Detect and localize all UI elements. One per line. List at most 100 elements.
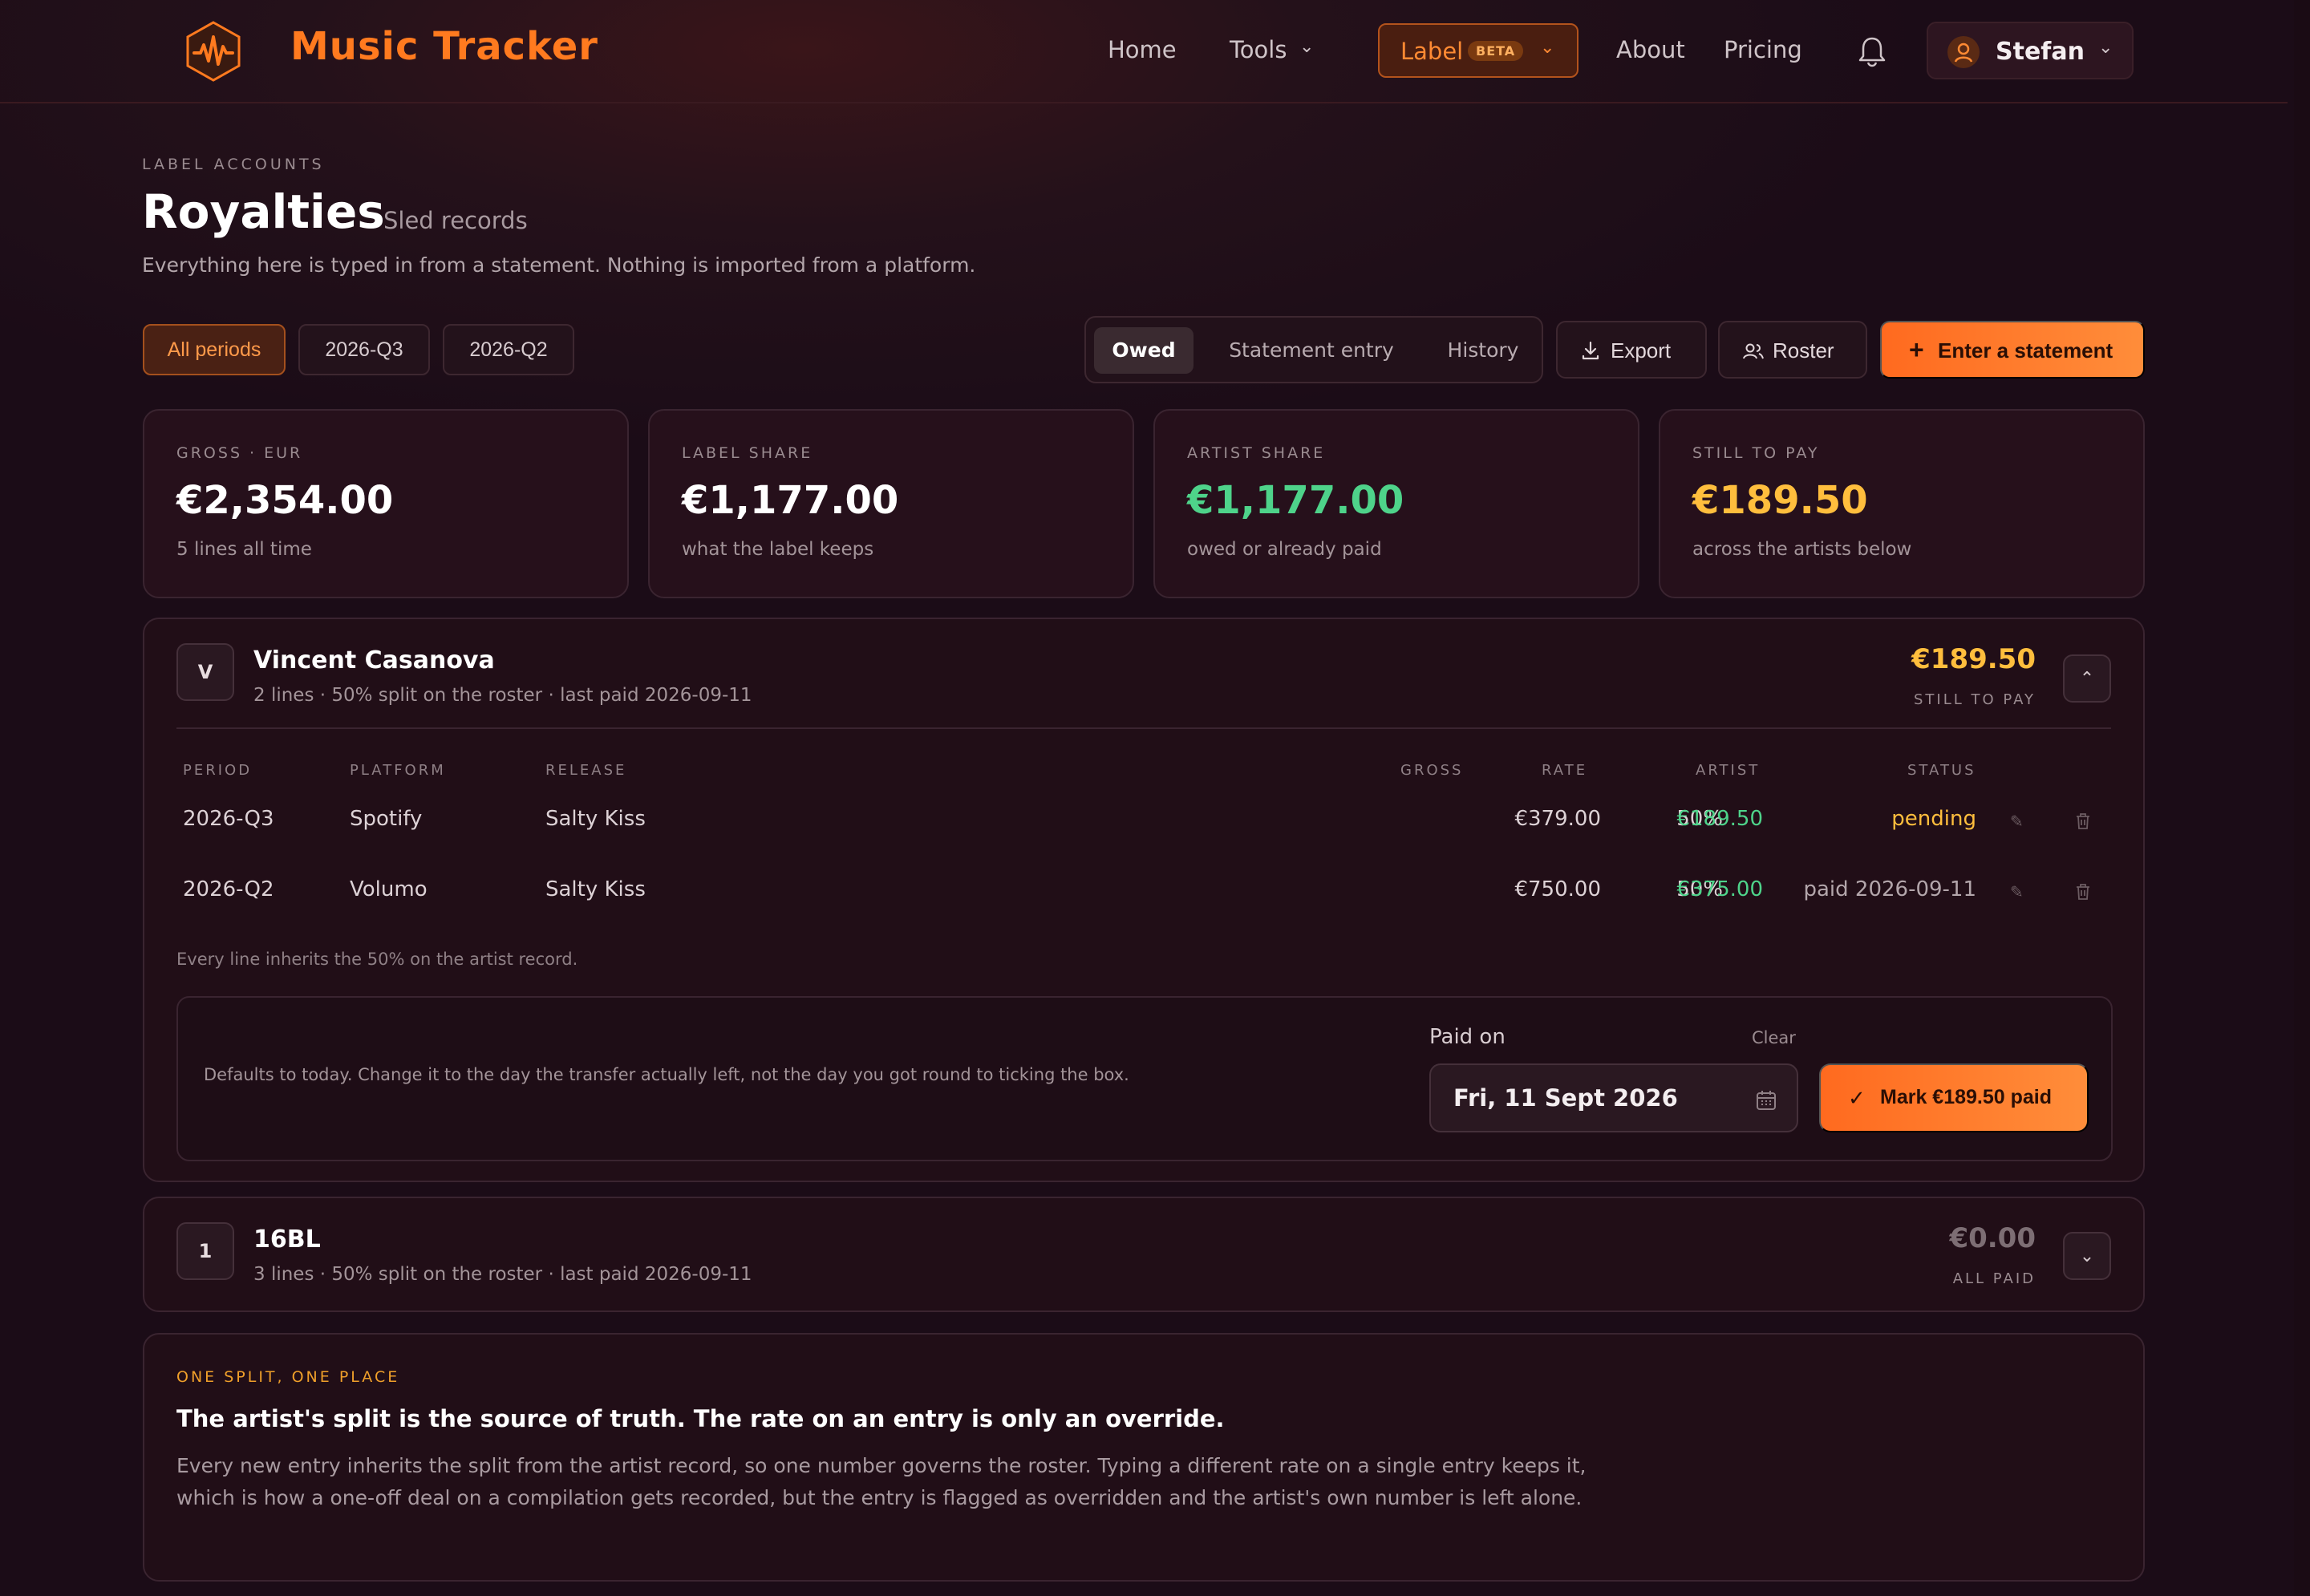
mark-paid-button[interactable]: ✓ Mark €189.50 paid xyxy=(1819,1063,2089,1132)
mark-paid-panel: Defaults to today. Change it to the day … xyxy=(176,996,2113,1161)
column-header: PLATFORM xyxy=(350,762,446,779)
stat-label: LABEL SHARE xyxy=(682,444,813,462)
scrollbar-track[interactable] xyxy=(2294,0,2310,1596)
artist-owed-amount: €0.00 xyxy=(1949,1222,2036,1254)
period-filter-all[interactable]: All periods xyxy=(143,324,286,375)
chevron-down-icon: ⌄ xyxy=(2079,1246,2095,1266)
cell-platform: Spotify xyxy=(350,807,423,831)
collapse-button[interactable]: ⌃ xyxy=(2063,654,2111,703)
stat-subtext: across the artists below xyxy=(1692,539,1912,560)
stat-label: STILL TO PAY xyxy=(1692,444,1820,462)
artist-meta: 2 lines · 50% split on the roster · last… xyxy=(253,685,752,706)
chevron-down-icon: ⌄ xyxy=(2098,38,2113,58)
column-header: RATE xyxy=(1542,762,1588,779)
trash-icon[interactable] xyxy=(2074,812,2093,831)
artist-name: 16BL xyxy=(253,1225,321,1254)
nav-tools-menu[interactable]: Tools xyxy=(1230,36,1287,63)
artist-owed-amount: €189.50 xyxy=(1911,643,2036,675)
stat-subtext: what the label keeps xyxy=(682,539,874,560)
page-title: Royalties xyxy=(142,184,385,239)
roster-button[interactable]: Roster xyxy=(1718,321,1867,379)
cell-artist: €189.50 xyxy=(1676,807,1763,831)
stat-value: €2,354.00 xyxy=(176,478,394,523)
stat-card-label-share: LABEL SHARE €1,177.00 what the label kee… xyxy=(648,409,1134,598)
user-name: Stefan xyxy=(1996,38,2085,66)
page-subtitle: Sled records xyxy=(383,207,528,234)
beta-badge: BETA xyxy=(1468,41,1524,61)
artist-owed-label: STILL TO PAY xyxy=(1913,691,2036,708)
chevron-up-icon: ⌃ xyxy=(2079,668,2095,688)
column-header: ARTIST xyxy=(1696,762,1761,779)
column-header: PERIOD xyxy=(183,762,253,779)
artist-initial: 1 xyxy=(176,1222,234,1280)
mark-paid-label: Mark €189.50 paid xyxy=(1880,1086,2053,1108)
users-icon xyxy=(1742,342,1765,367)
chevron-down-icon: ⌄ xyxy=(1299,37,1315,57)
tab-owed[interactable]: Owed xyxy=(1094,327,1194,374)
stat-label: GROSS · EUR xyxy=(176,444,303,462)
cell-gross: €379.00 xyxy=(1514,807,1601,831)
stat-subtext: 5 lines all time xyxy=(176,539,312,560)
clear-date-link[interactable]: Clear xyxy=(1752,1028,1796,1047)
edit-icon[interactable]: ✎ xyxy=(2010,882,2029,901)
stat-value: €1,177.00 xyxy=(682,478,899,523)
page-description: Everything here is typed in from a state… xyxy=(142,253,976,277)
nav-label-menu[interactable]: Label BETA ⌄ xyxy=(1378,23,1578,78)
cell-status: pending xyxy=(1891,807,1976,831)
artist-initial: V xyxy=(176,643,234,701)
roster-label: Roster xyxy=(1773,338,1834,363)
page-eyebrow: LABEL ACCOUNTS xyxy=(142,156,325,173)
cell-artist: €375.00 xyxy=(1676,877,1763,901)
check-icon: ✓ xyxy=(1848,1086,1866,1110)
export-button[interactable]: Export xyxy=(1556,321,1707,379)
inherit-note: Every line inherits the 50% on the artis… xyxy=(176,950,578,969)
enter-statement-label: Enter a statement xyxy=(1938,338,2113,363)
stat-value: €189.50 xyxy=(1692,478,1868,523)
export-label: Export xyxy=(1611,338,1672,363)
stat-subtext: owed or already paid xyxy=(1187,539,1382,560)
period-filter-2026-q3[interactable]: 2026-Q3 xyxy=(298,324,430,375)
paid-on-label: Paid on xyxy=(1429,1025,1506,1049)
cell-release: Salty Kiss xyxy=(545,807,646,831)
edit-icon[interactable]: ✎ xyxy=(2010,812,2029,831)
label-menu-text: Label xyxy=(1400,38,1464,65)
artist-card-16bl[interactable]: 1 16BL 3 lines · 50% split on the roster… xyxy=(143,1197,2145,1312)
nav-pricing-link[interactable]: Pricing xyxy=(1724,36,1802,63)
paid-on-date-field[interactable]: Fri, 11 Sept 2026 xyxy=(1429,1063,1798,1132)
expand-button[interactable]: ⌄ xyxy=(2063,1232,2111,1280)
cell-release: Salty Kiss xyxy=(545,877,646,901)
info-title: The artist's split is the source of trut… xyxy=(176,1405,1225,1432)
date-value: Fri, 11 Sept 2026 xyxy=(1453,1084,1678,1112)
info-eyebrow: ONE SPLIT, ONE PLACE xyxy=(176,1368,400,1386)
period-filter-2026-q2[interactable]: 2026-Q2 xyxy=(443,324,574,375)
artist-meta: 3 lines · 50% split on the roster · last… xyxy=(253,1264,752,1285)
artist-card-vincent-casanova: V Vincent Casanova 2 lines · 50% split o… xyxy=(143,618,2145,1182)
cell-gross: €750.00 xyxy=(1514,877,1601,901)
calendar-icon[interactable] xyxy=(1755,1089,1777,1112)
trash-icon[interactable] xyxy=(2074,882,2093,901)
column-header: STATUS xyxy=(1907,762,1976,779)
user-menu[interactable]: Stefan ⌄ xyxy=(1927,22,2134,79)
music-wave-logo-icon[interactable] xyxy=(181,19,245,83)
pay-hint: Defaults to today. Change it to the day … xyxy=(204,1065,1129,1084)
bell-icon[interactable] xyxy=(1858,35,1886,67)
enter-statement-button[interactable]: + Enter a statement xyxy=(1880,321,2145,379)
stat-label: ARTIST SHARE xyxy=(1187,444,1326,462)
app-title[interactable]: Music Tracker xyxy=(290,24,598,69)
artist-name: Vincent Casanova xyxy=(253,646,495,674)
column-header: GROSS xyxy=(1400,762,1464,779)
plus-icon: + xyxy=(1909,335,1924,364)
tab-statement-entry[interactable]: Statement entry xyxy=(1203,327,1420,374)
nav-home-link[interactable]: Home xyxy=(1108,36,1177,63)
cell-period: 2026-Q3 xyxy=(183,807,274,831)
cell-platform: Volumo xyxy=(350,877,428,901)
nav-about-link[interactable]: About xyxy=(1616,36,1685,63)
cell-period: 2026-Q2 xyxy=(183,877,274,901)
user-avatar-icon xyxy=(1947,36,1980,68)
chevron-down-icon: ⌄ xyxy=(1540,38,1555,58)
column-header: RELEASE xyxy=(545,762,627,779)
stat-card-artist-share: ARTIST SHARE €1,177.00 owed or already p… xyxy=(1153,409,1639,598)
tab-history[interactable]: History xyxy=(1429,327,1537,374)
artist-owed-label: ALL PAID xyxy=(1952,1270,2036,1287)
download-icon xyxy=(1580,340,1601,367)
